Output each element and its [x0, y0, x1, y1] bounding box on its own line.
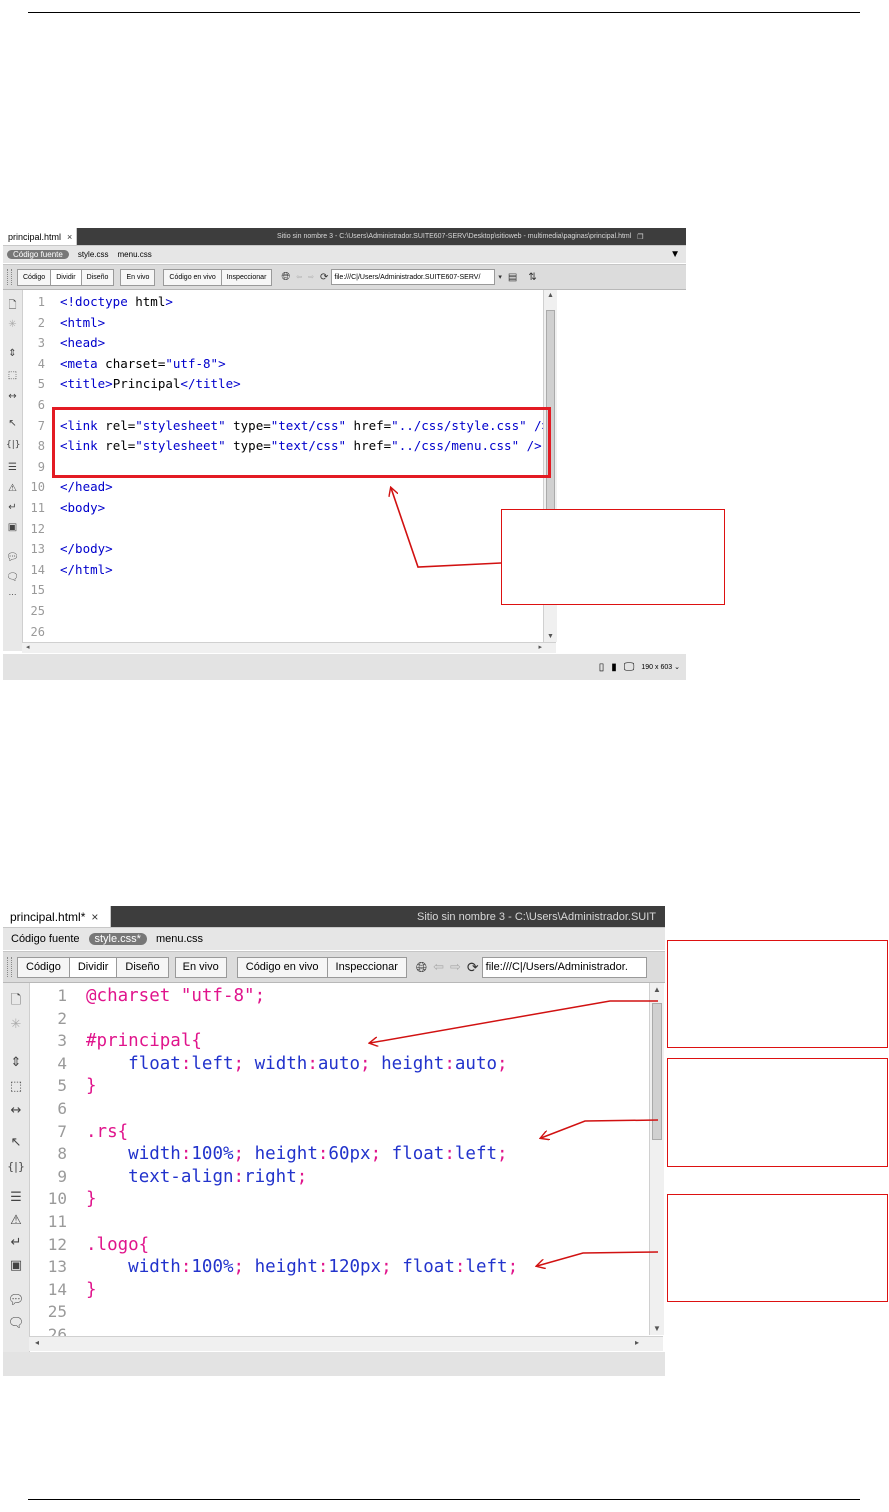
- arrow-to-logo-rule: [537, 1251, 659, 1266]
- annotation-arrows: [0, 0, 659, 1512]
- arrow-to-rs-rule: [541, 1119, 659, 1138]
- arrow-to-principal-rule: [370, 1000, 658, 1043]
- arrow-to-link-tags: [391, 488, 502, 568]
